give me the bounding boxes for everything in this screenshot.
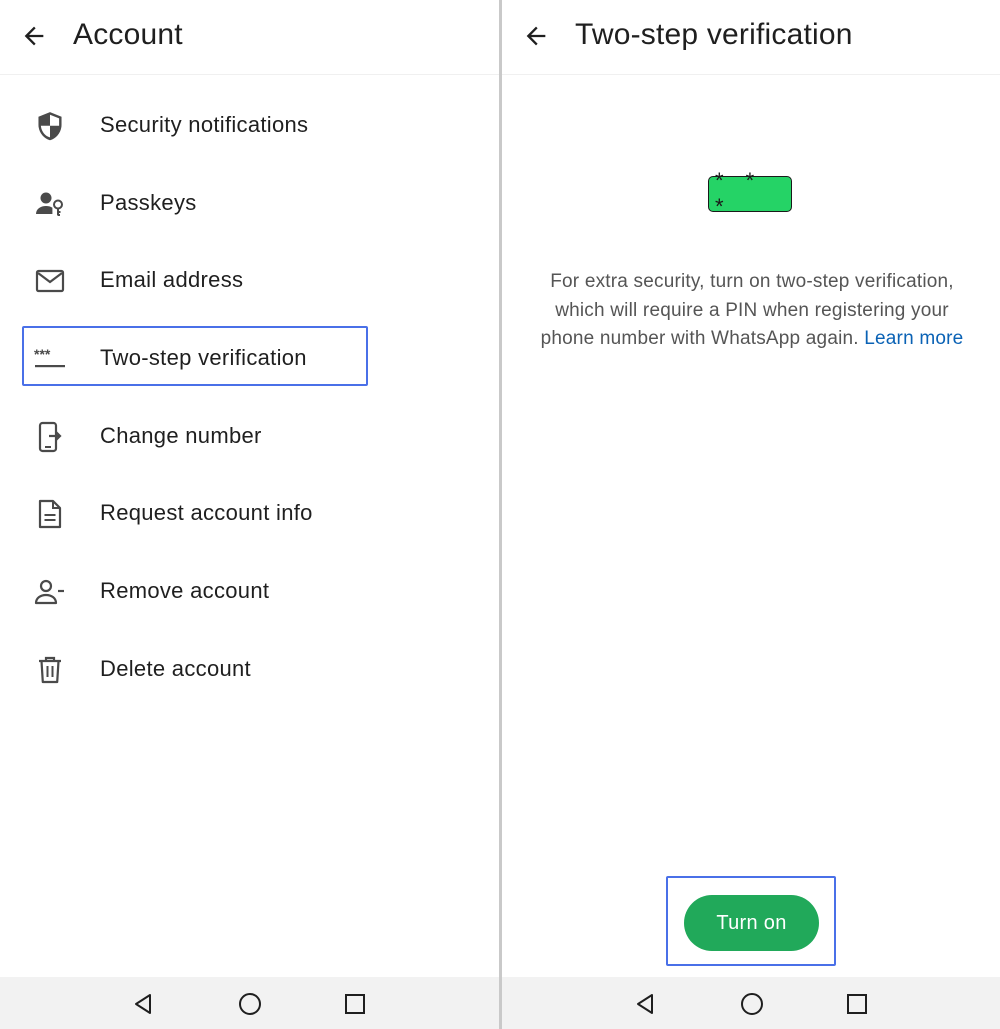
square-recents-icon — [847, 994, 867, 1014]
menu-item-label: Remove account — [100, 578, 270, 604]
circle-home-icon — [741, 993, 763, 1015]
nav-recents-button[interactable] — [844, 991, 870, 1017]
app-bar: Two-step verification — [502, 0, 1000, 75]
system-nav-bar — [502, 977, 1000, 1029]
nav-back-button[interactable] — [130, 991, 156, 1017]
menu-item-request-account-info[interactable]: Request account info — [0, 476, 499, 554]
password-icon: *** — [30, 341, 70, 377]
menu-item-security-notifications[interactable]: Security notifications — [0, 88, 499, 166]
arrow-left-icon — [526, 26, 546, 46]
system-nav-bar — [0, 977, 499, 1029]
person-remove-icon — [30, 574, 70, 610]
page-title: Account — [73, 18, 183, 51]
turn-on-button[interactable]: Turn on — [684, 895, 819, 951]
triangle-back-icon — [135, 994, 151, 1014]
nav-home-button[interactable] — [739, 991, 765, 1017]
account-menu: Security notifications Passkeys Email ad… — [0, 88, 499, 710]
square-recents-icon — [345, 994, 365, 1014]
mail-icon — [30, 263, 70, 299]
phone-transfer-icon — [30, 419, 70, 455]
back-button[interactable] — [18, 20, 50, 52]
shield-icon — [30, 108, 70, 144]
menu-item-label: Delete account — [100, 655, 251, 681]
svg-text:***: *** — [34, 347, 51, 362]
menu-item-delete-account[interactable]: Delete account — [0, 632, 499, 710]
menu-item-change-number[interactable]: Change number — [0, 399, 499, 477]
two-step-verification-screen: Two-step verification * * * For extra se… — [502, 0, 1000, 1029]
menu-item-label: Email address — [100, 267, 244, 293]
menu-item-remove-account[interactable]: Remove account — [0, 554, 499, 632]
person-key-icon — [30, 186, 70, 222]
menu-item-email-address[interactable]: Email address — [0, 243, 499, 321]
nav-back-button[interactable] — [632, 991, 658, 1017]
menu-item-passkeys[interactable]: Passkeys — [0, 166, 499, 244]
nav-recents-button[interactable] — [342, 991, 368, 1017]
circle-home-icon — [239, 993, 261, 1015]
triangle-back-icon — [637, 994, 653, 1014]
menu-item-label: Two-step verification — [100, 345, 307, 371]
app-bar: Account — [0, 0, 499, 75]
menu-item-label: Security notifications — [100, 112, 309, 137]
description-text: For extra security, turn on two-step ver… — [532, 268, 972, 354]
page-title: Two-step verification — [575, 18, 853, 51]
menu-item-label: Request account info — [100, 500, 313, 526]
pin-illustration: * * * — [708, 168, 792, 219]
document-icon — [30, 496, 70, 532]
trash-icon — [30, 652, 70, 688]
menu-item-label: Passkeys — [100, 189, 197, 215]
nav-home-button[interactable] — [237, 991, 263, 1017]
back-button[interactable] — [520, 20, 552, 52]
learn-more-link[interactable]: Learn more — [864, 328, 963, 349]
arrow-left-icon — [24, 26, 44, 46]
account-screen: Account Security notifications Passkeys … — [0, 0, 499, 1029]
menu-item-two-step-verification[interactable]: *** Two-step verification — [0, 321, 499, 399]
menu-item-label: Change number — [100, 422, 262, 448]
